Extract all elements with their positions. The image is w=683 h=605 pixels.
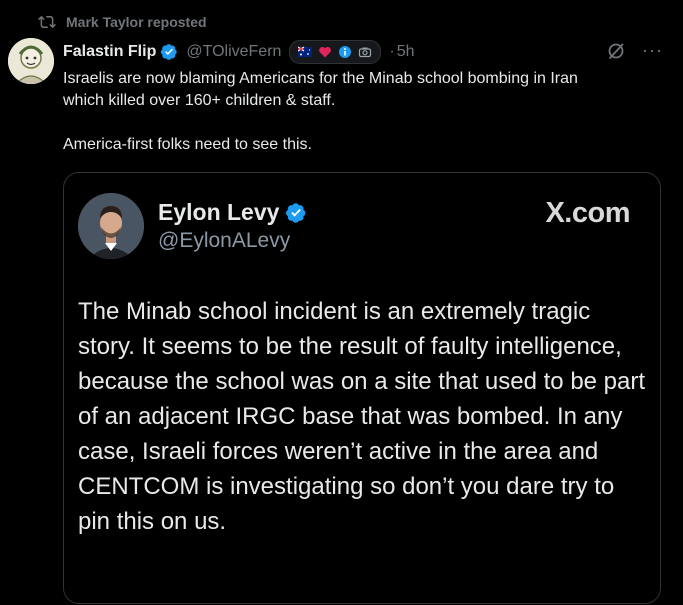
post-header: Falastin Flip @TOliveFern · 5h ··· bbox=[63, 40, 663, 64]
heart-icon bbox=[319, 47, 332, 58]
quoted-author-row: Eylon Levy bbox=[158, 199, 307, 226]
x-com-logo: X.com bbox=[545, 197, 630, 229]
post-header-actions: ··· bbox=[606, 40, 663, 61]
author-name[interactable]: Falastin Flip bbox=[63, 43, 156, 61]
verified-badge-icon bbox=[161, 44, 178, 60]
repost-icon bbox=[38, 15, 56, 29]
quoted-author-handle[interactable]: @EylonALevy bbox=[158, 229, 290, 253]
repost-text[interactable]: Mark Taylor reposted bbox=[66, 14, 207, 30]
more-icon[interactable]: ··· bbox=[642, 40, 663, 61]
verified-badge-icon bbox=[286, 202, 306, 223]
grok-icon[interactable] bbox=[606, 41, 626, 61]
camera-icon bbox=[359, 47, 372, 58]
profile-badges bbox=[289, 40, 382, 64]
australia-flag-icon bbox=[298, 46, 313, 57]
quoted-post-text: The Minab school incident is an extremel… bbox=[78, 298, 646, 535]
header-separator: · bbox=[389, 43, 395, 60]
post-text: Israelis are now blaming Americans for t… bbox=[63, 70, 578, 153]
quoted-author-avatar[interactable] bbox=[78, 193, 144, 259]
avatar-illustration bbox=[8, 38, 54, 84]
repost-indicator[interactable]: Mark Taylor reposted bbox=[38, 12, 207, 32]
quoted-post-card[interactable]: Eylon Levy @EylonALevy X.com The Minab s… bbox=[63, 172, 661, 604]
author-avatar[interactable] bbox=[8, 38, 54, 84]
quoted-avatar-illustration bbox=[78, 193, 144, 259]
post-timestamp[interactable]: 5h bbox=[397, 43, 415, 61]
author-handle[interactable]: @TOliveFern bbox=[186, 43, 281, 61]
quoted-author-name[interactable]: Eylon Levy bbox=[158, 199, 279, 226]
info-icon bbox=[339, 46, 352, 58]
